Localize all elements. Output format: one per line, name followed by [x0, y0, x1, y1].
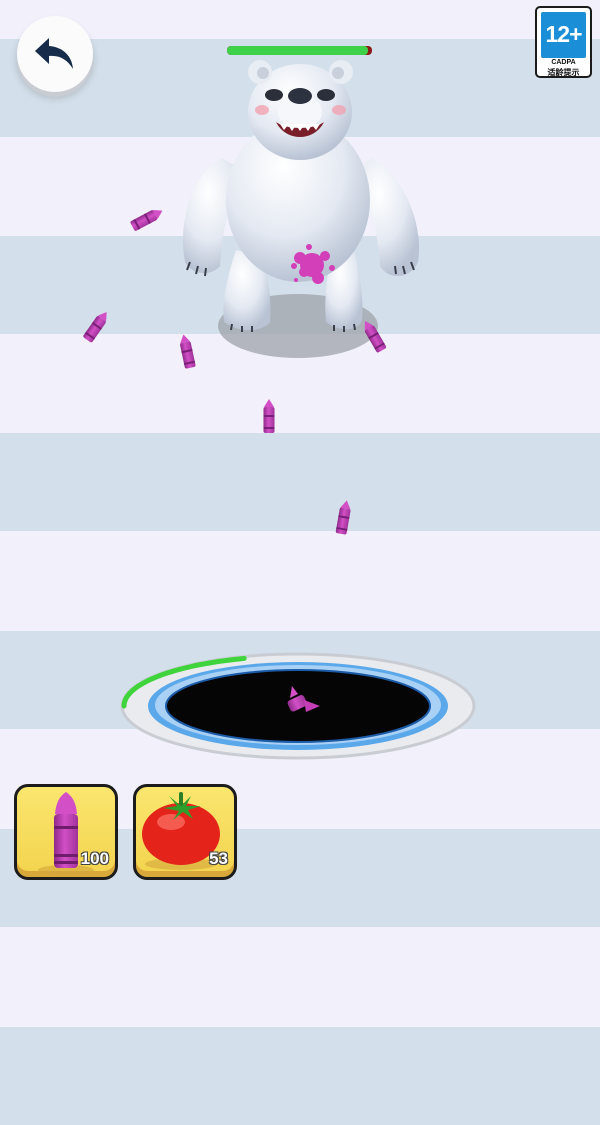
- age-rating-badge: 12+ CADPA 适龄提示: [535, 6, 592, 78]
- enemy-health-fill: [227, 46, 368, 55]
- crayon-count: 100: [80, 849, 109, 868]
- age-rating-org: CADPA: [551, 59, 576, 66]
- age-rating-label: 12+: [541, 12, 586, 58]
- crayon-projectile: [335, 499, 353, 535]
- tomato-count: 53: [209, 849, 228, 868]
- crayon-projectile: [129, 205, 166, 232]
- age-rating-note: 适龄提示: [547, 68, 580, 77]
- game-scene: [82, 60, 476, 760]
- weapon-slot-tomato[interactable]: 53: [133, 784, 237, 880]
- polar-bear-enemy: [183, 60, 420, 332]
- crayon-projectile: [263, 399, 275, 433]
- back-button[interactable]: [17, 16, 93, 92]
- back-arrow-icon: [35, 38, 73, 69]
- crayon-projectile: [82, 308, 112, 343]
- enemy-health-bar: [227, 46, 372, 55]
- crayon-projectile: [178, 333, 196, 369]
- weapon-slot-crayon[interactable]: 100: [14, 784, 118, 880]
